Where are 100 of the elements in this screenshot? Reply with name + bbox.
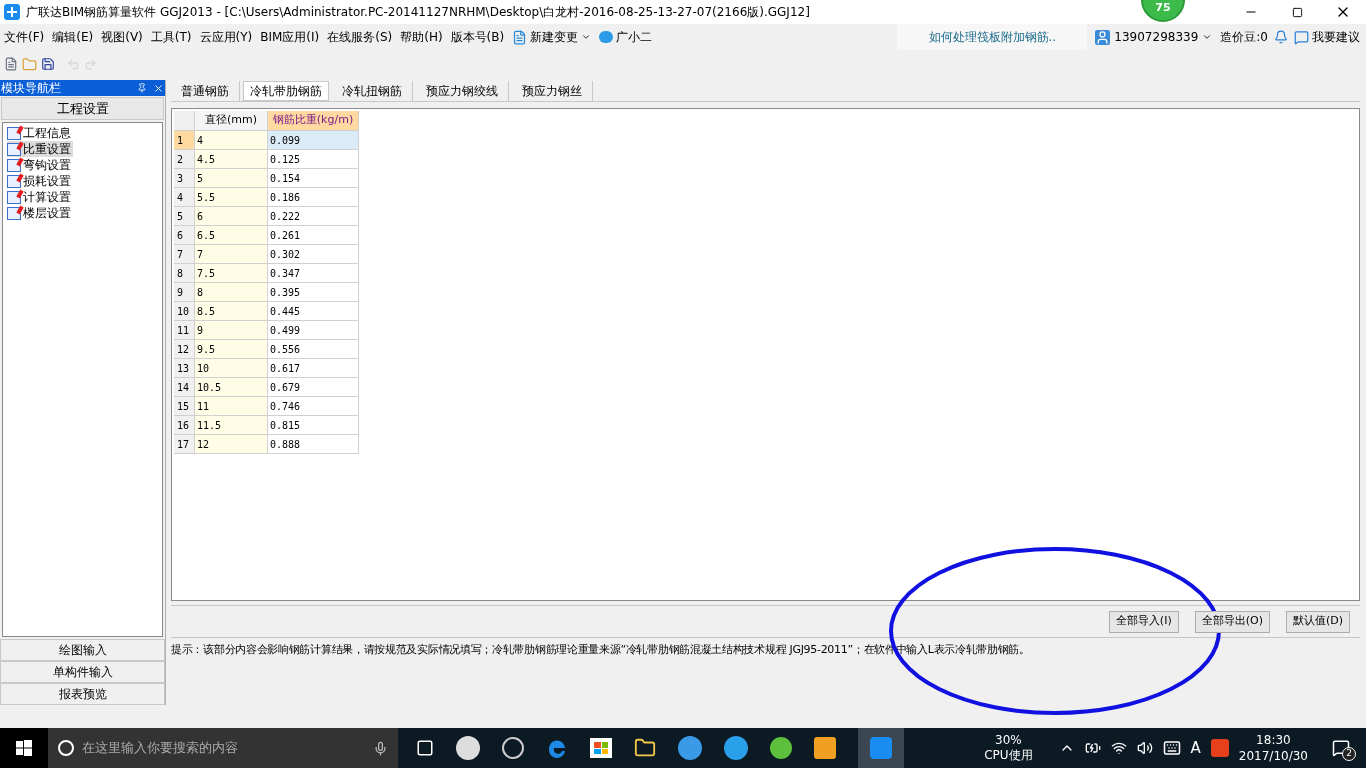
- assistant-menu[interactable]: 广小二: [595, 28, 657, 46]
- bell-icon[interactable]: [1274, 30, 1288, 44]
- row-number: 15: [174, 397, 195, 416]
- keyboard-icon[interactable]: [1162, 739, 1181, 757]
- tab[interactable]: 冷轧扭钢筋: [332, 81, 413, 101]
- column-header: 钢筋比重(kg/m): [268, 111, 359, 131]
- menu-item[interactable]: 云应用(Y): [195, 28, 257, 46]
- table-cell: 10: [195, 359, 268, 378]
- action-button[interactable]: 全部导入(I): [1108, 610, 1179, 633]
- table-cell: 0.445: [268, 302, 359, 321]
- row-number: 14: [174, 378, 195, 397]
- table-cell: 0.099: [268, 131, 359, 150]
- chat-icon: [1294, 29, 1309, 45]
- score-badge: 75: [1141, 0, 1185, 22]
- tree-item[interactable]: 比重设置: [7, 141, 73, 157]
- tab[interactable]: 冷轧带肋钢筋: [243, 81, 329, 101]
- table-cell: 0.746: [268, 397, 359, 416]
- clock[interactable]: 18:30 2017/10/30: [1238, 732, 1308, 764]
- taskbar-search-field[interactable]: 在这里输入你要搜索的内容: [48, 728, 398, 768]
- suggest-button[interactable]: 我要建议: [1294, 28, 1360, 46]
- folder-icon[interactable]: [634, 737, 656, 759]
- table-cell: 8.5: [195, 302, 268, 321]
- table-cell: 0.261: [268, 226, 359, 245]
- tree-item[interactable]: 楼层设置: [7, 205, 73, 221]
- notification-button[interactable]: 2: [1326, 733, 1356, 763]
- cpu-meter: 30% CPU使用: [984, 733, 1033, 763]
- row-number: 13: [174, 359, 195, 378]
- table-cell: 11: [195, 397, 268, 416]
- table-cell: 5: [195, 169, 268, 188]
- new-file-icon[interactable]: [4, 57, 18, 71]
- sogou-icon[interactable]: [1210, 739, 1229, 757]
- app-icon[interactable]: [724, 736, 748, 760]
- close-icon[interactable]: [153, 82, 164, 94]
- nav-section-button[interactable]: 绘图输入: [0, 639, 165, 661]
- menu-item[interactable]: 版本号(B): [446, 28, 509, 46]
- tab[interactable]: 普通钢筋: [171, 81, 240, 101]
- menu-item[interactable]: 帮助(H): [396, 28, 447, 46]
- row-number: 8: [174, 264, 195, 283]
- table-cell: 0.186: [268, 188, 359, 207]
- tree-item[interactable]: 损耗设置: [7, 173, 73, 189]
- menu-item[interactable]: 工具(T): [146, 28, 196, 46]
- app-logo-icon: [4, 4, 20, 20]
- action-button[interactable]: 全部导出(O): [1194, 610, 1270, 633]
- menu-item[interactable]: 文件(F): [0, 28, 49, 46]
- action-button[interactable]: 默认值(D): [1285, 610, 1350, 633]
- settings-icon: [7, 158, 21, 172]
- table-cell: 0.302: [268, 245, 359, 264]
- tab[interactable]: 预应力钢绞线: [416, 81, 509, 101]
- row-number: 3: [174, 169, 195, 188]
- panel-title: 模块导航栏: [1, 80, 61, 97]
- row-number: 12: [174, 340, 195, 359]
- wifi-icon[interactable]: [1110, 740, 1127, 756]
- document-icon: [512, 29, 528, 45]
- tree-item[interactable]: 弯钩设置: [7, 157, 73, 173]
- window-title: 广联达BIM钢筋算量软件 GGJ2013 - [C:\Users\Administrator.PC-20141127NRHM\Desktop\白龙村-2016-08-25-13-27-07(2166版).GGJ12]: [26, 4, 810, 21]
- tip-link[interactable]: 如何处理筏板附加钢筋..: [897, 24, 1088, 50]
- table-cell: 10.5: [195, 378, 268, 397]
- column-header: 直径(mm): [195, 111, 268, 131]
- tree-item[interactable]: 工程信息: [7, 125, 73, 141]
- menu-item[interactable]: 编辑(E): [48, 28, 98, 46]
- settings-icon: [7, 174, 21, 188]
- tree-item[interactable]: 计算设置: [7, 189, 73, 205]
- row-number: 1: [174, 131, 195, 150]
- tab[interactable]: 预应力钢丝: [512, 81, 593, 101]
- menu-item[interactable]: 在线服务(S): [323, 28, 397, 46]
- menu-item[interactable]: BIM应用(I): [256, 28, 324, 46]
- row-number: 9: [174, 283, 195, 302]
- battery-icon[interactable]: [1084, 740, 1101, 756]
- volume-icon[interactable]: [1136, 740, 1153, 756]
- user-icon: [1095, 29, 1111, 45]
- start-button[interactable]: [0, 728, 48, 768]
- save-icon[interactable]: [41, 57, 55, 71]
- nav-section-button[interactable]: 单构件输入: [0, 661, 165, 683]
- row-number: 10: [174, 302, 195, 321]
- table-cell: 5.5: [195, 188, 268, 207]
- table-cell: 4: [195, 131, 268, 150]
- app-icon[interactable]: [858, 728, 904, 768]
- table-cell: 0.815: [268, 416, 359, 435]
- table-cell: 7.5: [195, 264, 268, 283]
- new-change-menu[interactable]: 新建变更: [508, 28, 596, 46]
- account-menu[interactable]: 13907298339: [1095, 28, 1213, 46]
- browser-icon[interactable]: [678, 736, 702, 760]
- table-cell: 12: [195, 435, 268, 454]
- notification-count: 2: [1342, 747, 1356, 761]
- settings-icon: [7, 142, 21, 156]
- table-cell: 0.888: [268, 435, 359, 454]
- table-cell: 0.347: [268, 264, 359, 283]
- nav-section-button[interactable]: 报表预览: [0, 683, 165, 705]
- table-cell: 9.5: [195, 340, 268, 359]
- row-number: 6: [174, 226, 195, 245]
- table-cell: 0.617: [268, 359, 359, 378]
- browser-icon[interactable]: [770, 737, 792, 759]
- task-view-icon[interactable]: [416, 739, 434, 757]
- store-icon[interactable]: [590, 738, 612, 758]
- section-header[interactable]: 工程设置: [1, 97, 164, 120]
- table-cell: 6.5: [195, 226, 268, 245]
- windows-icon: [16, 740, 32, 756]
- menu-item[interactable]: 视图(V): [97, 28, 147, 46]
- pin-icon[interactable]: [137, 83, 147, 93]
- ime-indicator[interactable]: A: [1190, 736, 1201, 760]
